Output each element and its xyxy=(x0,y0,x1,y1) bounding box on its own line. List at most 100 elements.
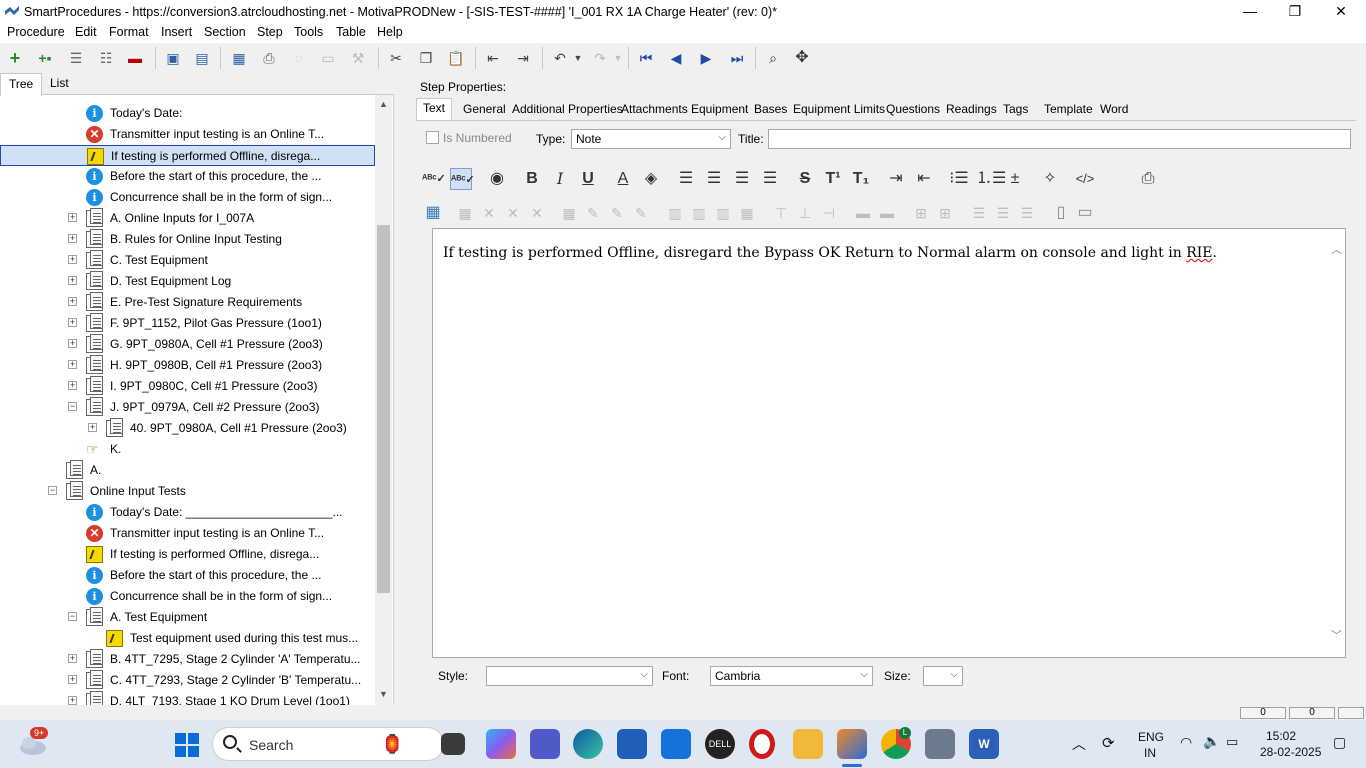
editor-text[interactable]: If testing is performed Offline, disrega… xyxy=(443,245,1217,261)
copy-icon[interactable]: ❐ xyxy=(416,48,436,68)
merge-icon[interactable]: ▦ xyxy=(736,202,758,224)
cell-eraser-icon[interactable]: ✎ xyxy=(630,202,652,224)
print-icon[interactable]: ⎙ xyxy=(259,48,279,68)
teams-icon[interactable] xyxy=(530,729,560,759)
delete-column-icon[interactable]: ▥ xyxy=(712,202,734,224)
tab-template[interactable]: Template xyxy=(1044,102,1093,116)
clock-time[interactable]: 15:02 xyxy=(1266,729,1296,743)
tab-equipment[interactable]: Equipment xyxy=(691,102,748,116)
cell-props-icon[interactable]: ▦ xyxy=(558,202,580,224)
tab-tree[interactable]: Tree xyxy=(0,73,43,96)
outdent-icon[interactable]: ⇤ xyxy=(483,48,503,68)
remote-app-icon[interactable] xyxy=(925,729,955,759)
first-icon[interactable]: ⏮ xyxy=(636,48,656,68)
plus-minus-icon[interactable]: ± xyxy=(1004,168,1026,190)
tree-item[interactable]: A. xyxy=(0,460,375,481)
delete-row-icon[interactable]: ✕ xyxy=(502,202,524,224)
insert-row-above-icon[interactable]: ⊤ xyxy=(770,202,792,224)
network-status-icon[interactable]: ⟳ xyxy=(1102,734,1115,752)
spellcheck-icon[interactable]: ᴬᴮᶜ✓ xyxy=(422,168,446,190)
tree-item[interactable]: i Concurrence shall be in the form of sig… xyxy=(0,586,375,607)
tab-list[interactable]: List xyxy=(50,76,69,90)
delete-table-icon[interactable]: ✕ xyxy=(478,202,500,224)
undo-icon[interactable]: ↶ xyxy=(550,48,570,68)
indent-decrease-icon[interactable]: ⇤ xyxy=(913,168,935,190)
expand-icon[interactable]: + xyxy=(68,654,77,663)
expand-icon[interactable]: + xyxy=(88,423,97,432)
expand-icon[interactable]: + xyxy=(68,360,77,369)
scrollbar-thumb[interactable] xyxy=(377,225,390,593)
underline-icon[interactable]: U xyxy=(577,168,599,190)
copilot-icon[interactable] xyxy=(486,729,516,759)
italic-icon[interactable]: I xyxy=(549,168,571,190)
insert-col-right-icon[interactable]: ▥ xyxy=(688,202,710,224)
tree-item[interactable]: If testing is performed Offline, disrega… xyxy=(0,145,375,166)
tree-item[interactable]: + A. Online Inputs for I_007A xyxy=(0,208,375,229)
tree-item[interactable]: + I. 9PT_0980C, Cell #1 Pressure (2oo3) xyxy=(0,376,375,397)
indent-increase-icon[interactable]: ⇥ xyxy=(885,168,907,190)
expand-icon[interactable]: + xyxy=(68,255,77,264)
remove-icon[interactable]: ▬ xyxy=(125,48,145,68)
expand-icon[interactable]: + xyxy=(68,297,77,306)
delete-col-icon[interactable]: ✕ xyxy=(526,202,548,224)
weather-widget[interactable]: 9+ xyxy=(18,727,49,756)
minimize-button[interactable]: — xyxy=(1227,0,1273,24)
magic-wand-icon[interactable]: ✧ xyxy=(1039,168,1061,190)
type-select[interactable]: Note ⌵ xyxy=(571,129,731,149)
scroll-up-icon[interactable]: ▲ xyxy=(379,99,388,109)
tab-bases[interactable]: Bases xyxy=(754,102,787,116)
cut-icon[interactable]: ✂ xyxy=(386,48,406,68)
expand-icon[interactable]: + xyxy=(68,234,77,243)
tab-text[interactable]: Text xyxy=(416,98,453,120)
task-view-icon[interactable] xyxy=(441,733,465,755)
bullet-list-icon[interactable]: ⁝☰ xyxy=(948,168,970,190)
tab-general[interactable]: General xyxy=(463,102,506,116)
tree-item[interactable]: ✕ Transmitter input testing is an Online … xyxy=(0,523,375,544)
font-color-icon[interactable]: A xyxy=(612,168,634,190)
cell-edit-icon[interactable]: ✎ xyxy=(582,202,604,224)
align-center-icon[interactable]: ☰ xyxy=(703,168,725,190)
align-bottom-icon[interactable]: ☰ xyxy=(1016,202,1038,224)
tab-additional-properties[interactable]: Additional Properties xyxy=(512,102,623,116)
insert-table-icon[interactable]: ▦ xyxy=(422,202,444,224)
tree-item[interactable]: + E. Pre-Test Signature Requirements xyxy=(0,292,375,313)
list-icon[interactable]: ☰ xyxy=(66,48,86,68)
editor-scroll-up-icon[interactable]: ︿ xyxy=(1331,241,1342,257)
clock-date[interactable]: 28-02-2025 xyxy=(1260,745,1321,759)
subscript-icon[interactable]: T₁ xyxy=(850,168,872,190)
editor-scroll-down-icon[interactable]: ﹀ xyxy=(1331,627,1342,643)
grid-icon[interactable]: ⊞ xyxy=(934,202,956,224)
start-icon[interactable] xyxy=(175,733,199,757)
title-input[interactable] xyxy=(768,129,1351,149)
dell-icon[interactable]: DELL xyxy=(705,729,735,759)
tab-tags[interactable]: Tags xyxy=(1003,102,1028,116)
tree-item[interactable]: ☞ K. xyxy=(0,439,375,460)
add-icon[interactable]: + xyxy=(5,48,25,68)
size-select[interactable]: ⌵ xyxy=(923,666,963,686)
tree-item[interactable]: + D. Test Equipment Log xyxy=(0,271,375,292)
align-left-icon[interactable]: ☰ xyxy=(675,168,697,190)
cell-pen-icon[interactable]: ✎ xyxy=(606,202,628,224)
menu-edit[interactable]: Edit xyxy=(75,25,97,39)
tree-item[interactable]: + D. 4LT_7193, Stage 1 KO Drum Level (1oo… xyxy=(0,691,375,705)
language-bottom[interactable]: IN xyxy=(1144,746,1156,760)
collapse-icon[interactable]: − xyxy=(68,402,77,411)
scroll-down-icon[interactable]: ▼ xyxy=(379,689,388,699)
tree-item[interactable]: i Concurrence shall be in the form of sig… xyxy=(0,187,375,208)
send-icon[interactable] xyxy=(661,729,691,759)
tab-word[interactable]: Word xyxy=(1100,102,1128,116)
expand-icon[interactable]: + xyxy=(68,318,77,327)
next-icon[interactable]: ▶ xyxy=(696,48,716,68)
tree-item[interactable]: + F. 9PT_1152, Pilot Gas Pressure (1oo1) xyxy=(0,313,375,334)
html-source-icon[interactable]: </> xyxy=(1074,168,1096,190)
notifications-icon[interactable]: ▢ xyxy=(1333,734,1346,751)
tree-item[interactable]: − J. 9PT_0979A, Cell #2 Pressure (2oo3) xyxy=(0,397,375,418)
menu-procedure[interactable]: Procedure xyxy=(7,25,65,39)
tree-item[interactable]: + B. Rules for Online Input Testing xyxy=(0,229,375,250)
merge-cells-icon[interactable]: ▬ xyxy=(852,202,874,224)
font-select[interactable]: Cambria ⌵ xyxy=(710,666,873,686)
expand-icon[interactable]: + xyxy=(68,339,77,348)
tree-item[interactable]: +40. 9PT_0980A, Cell #1 Pressure (2oo3) xyxy=(0,418,375,439)
page-break-icon[interactable]: ▯ xyxy=(1050,202,1072,224)
find-icon[interactable]: ⌕ xyxy=(763,48,783,68)
